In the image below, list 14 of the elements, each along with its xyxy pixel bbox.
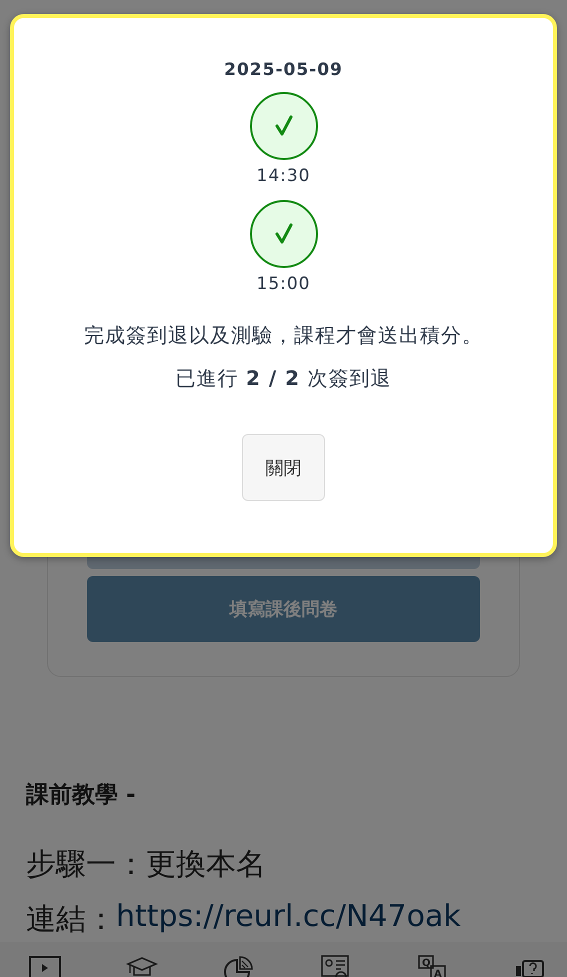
play-screen-icon[interactable]	[28, 954, 62, 977]
close-button[interactable]: 關閉	[242, 434, 325, 501]
notice-text: 完成簽到退以及測驗，課程才會送出積分。	[84, 322, 483, 349]
link-label: 連結：	[26, 901, 116, 939]
survey-button[interactable]: 填寫課後問卷	[87, 576, 480, 642]
section-title: 課前教學 -	[26, 781, 137, 810]
pie-chart-icon[interactable]	[222, 954, 256, 977]
date-label: 2025-05-09	[224, 60, 343, 80]
progress-text: 已進行 2 / 2 次簽到退	[176, 365, 392, 392]
step-text: 步驟一：更換本名	[26, 846, 267, 884]
time-label: 14:30	[256, 166, 310, 186]
time-label: 15:00	[256, 274, 310, 294]
graduation-cap-icon[interactable]	[125, 954, 159, 977]
link[interactable]: https://reurl.cc/N47oak	[116, 899, 461, 940]
